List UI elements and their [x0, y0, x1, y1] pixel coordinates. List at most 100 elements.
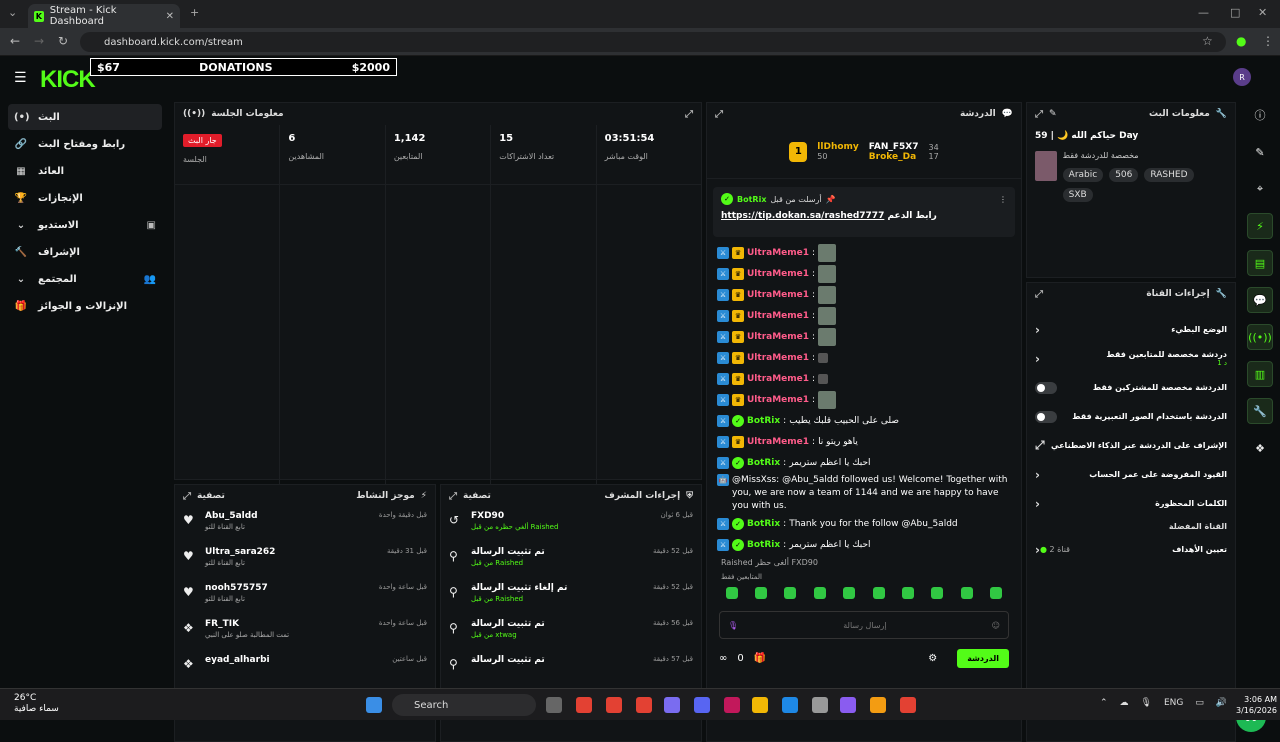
- channel-action-row[interactable]: › الوضع البطيء: [1027, 315, 1235, 344]
- minimize-icon[interactable]: —: [1198, 6, 1209, 19]
- top-user-name[interactable]: llDhomy: [817, 142, 858, 152]
- chrome-icon[interactable]: [576, 697, 592, 713]
- feed-item[interactable]: ♥ Ultra_sara262 تابع القناة للتو قبل 31 دقي…: [175, 543, 435, 579]
- store-icon[interactable]: [812, 697, 828, 713]
- chat-username[interactable]: UltraMeme1: [747, 289, 809, 302]
- tab-close-icon[interactable]: ✕: [166, 11, 174, 22]
- mic-icon[interactable]: 🎙: [728, 621, 738, 630]
- toggle-switch[interactable]: [1035, 381, 1057, 394]
- sidebar-item[interactable]: ▦ العائد: [8, 158, 162, 184]
- focus-icon[interactable]: ⌖: [1247, 176, 1273, 202]
- chat-username[interactable]: BotRix: [747, 518, 780, 531]
- chrome-icon[interactable]: [606, 697, 622, 713]
- kick-logo[interactable]: KICK: [40, 66, 96, 94]
- chat-message[interactable]: ⚔ ♛ UltraMeme1:: [717, 306, 1011, 326]
- emote-icon[interactable]: [931, 587, 944, 599]
- more-icon[interactable]: ⋮: [999, 195, 1007, 204]
- expand-icon[interactable]: ⤢: [183, 491, 191, 502]
- forward-icon[interactable]: →: [34, 34, 44, 48]
- chat-message[interactable]: ⚔ ✓ BotRix: Thank you for the follow @Abu_5…: [717, 514, 1011, 534]
- app-icon[interactable]: [724, 697, 740, 713]
- feed-item[interactable]: ♥ Abu_5aldd تابع القناة للتو قبل دقيقة واحد…: [175, 507, 435, 543]
- channel-action-row[interactable]: › القيود المفروضة على عمر الحساب: [1027, 460, 1235, 489]
- weather-widget[interactable]: 26°C سماء صافية: [14, 693, 59, 715]
- chat-input[interactable]: 🎙 إرسال رسالة ☺: [719, 611, 1009, 639]
- chat-username[interactable]: UltraMeme1: [747, 310, 809, 323]
- external-link-icon[interactable]: ⤢: [1035, 438, 1045, 453]
- tab-list-icon[interactable]: ⌄: [8, 6, 17, 19]
- sidebar-item[interactable]: (•) البث: [8, 104, 162, 130]
- sidebar-item[interactable]: 🎁 الإنزالات و الجوائز: [8, 293, 162, 319]
- stream-tag[interactable]: Arabic: [1062, 168, 1104, 182]
- notes-widget-icon[interactable]: ▤: [1247, 250, 1273, 276]
- user-avatar[interactable]: R: [1233, 68, 1251, 86]
- bolt-widget-icon[interactable]: ⚡: [1247, 213, 1273, 239]
- language-indicator[interactable]: ENG: [1164, 698, 1183, 708]
- send-chat-button[interactable]: الدردشة: [957, 648, 1009, 668]
- tools-widget-icon[interactable]: 🔧: [1247, 398, 1273, 424]
- chat-message[interactable]: 🤖 @MissXss: @Abu_5aldd followed us! Welco…: [717, 474, 1011, 513]
- sidebar-item[interactable]: 🔨 الإشراف: [8, 239, 162, 265]
- expand-icon[interactable]: ⤢: [1035, 289, 1043, 300]
- hamburger-menu-icon[interactable]: ☰: [14, 70, 27, 86]
- toggle-switch[interactable]: [1035, 410, 1057, 423]
- top-user-name[interactable]: FAN_F5X7: [869, 142, 919, 152]
- task-view-icon[interactable]: [546, 697, 562, 713]
- chat-username[interactable]: BotRix: [747, 415, 780, 428]
- feed-item[interactable]: ❖ FR_TIK تمت المطالبة صلو على النبي قبل ساع…: [175, 615, 435, 651]
- clock[interactable]: 3:06 AM 3/16/2026: [1236, 694, 1277, 716]
- emote-icon[interactable]: [960, 587, 973, 599]
- mic-tray-icon[interactable]: 🎙: [1141, 698, 1152, 708]
- file-explorer-icon[interactable]: [752, 697, 768, 713]
- settings-gear-icon[interactable]: ⚙: [928, 653, 937, 664]
- emote-icon[interactable]: [990, 587, 1003, 599]
- chat-message[interactable]: ⚔ ♛ UltraMeme1:: [717, 327, 1011, 347]
- chat-username[interactable]: UltraMeme1: [747, 268, 809, 281]
- pinned-link[interactable]: https://tip.dokan.sa/rashed7777: [721, 211, 884, 221]
- infinity-icon[interactable]: ∞: [719, 653, 727, 664]
- sidebar-item[interactable]: 🏆 الإنجازات: [8, 185, 162, 211]
- app-icon[interactable]: [900, 697, 916, 713]
- channel-action-row[interactable]: › دردشة مخصصة للمتابعين فقط د 1: [1027, 344, 1235, 373]
- channel-action-row[interactable]: ⤢ الإشراف على الدردشة عبر الذكاء الاصطناع…: [1027, 431, 1235, 460]
- feed-item[interactable]: ↺ FXD90 ألغي حظره من قبل Raished قبل 6 ثوان: [441, 507, 701, 543]
- stream-tag[interactable]: 506: [1109, 168, 1139, 182]
- discord-icon[interactable]: [694, 697, 710, 713]
- sidebar-item[interactable]: 🔗 رابط ومفتاح البث: [8, 131, 162, 157]
- back-icon[interactable]: ←: [10, 34, 20, 48]
- feed-item[interactable]: ⚲ تم تثبيت الرسالة من قبل Raished قبل 52 دق…: [441, 543, 701, 579]
- network-icon[interactable]: ☁: [1120, 698, 1129, 708]
- apps-icon[interactable]: ❖: [1247, 435, 1273, 461]
- new-tab-icon[interactable]: +: [190, 6, 199, 19]
- bookmark-star-icon[interactable]: ☆: [1202, 34, 1213, 48]
- expand-icon[interactable]: ⤢: [1035, 109, 1043, 120]
- channel-action-row[interactable]: › الكلمات المحظورة: [1027, 489, 1235, 518]
- chat-username[interactable]: UltraMeme1: [747, 331, 809, 344]
- chat-message[interactable]: ⚔ ♛ UltraMeme1:: [717, 348, 1011, 368]
- chat-message[interactable]: ⚔ ♛ UltraMeme1:: [717, 264, 1011, 284]
- chat-username[interactable]: UltraMeme1: [747, 436, 809, 449]
- expand-icon[interactable]: ⤢: [449, 491, 457, 502]
- set-goals-row[interactable]: › ● قناة 2 تعيين الأهداف: [1027, 535, 1235, 564]
- chat-message[interactable]: ⚔ ♛ UltraMeme1: ياهو ريتو نا: [717, 432, 1011, 452]
- channel-action-row[interactable]: الدردشة باستخدام الصور التعبيرية فقط: [1027, 402, 1235, 431]
- feed-item[interactable]: ⚲ تم تثبيت الرسالة من قبل xtwag قبل 56 دقيق…: [441, 615, 701, 651]
- emote-icon[interactable]: [872, 587, 885, 599]
- chat-message[interactable]: ⚔ ♛ UltraMeme1:: [717, 243, 1011, 263]
- chat-username[interactable]: BotRix: [747, 539, 780, 552]
- chat-username[interactable]: UltraMeme1: [747, 373, 809, 386]
- edit-pencil-icon[interactable]: ✎: [1049, 109, 1057, 119]
- sidebar-item[interactable]: ⌄ الاستديو ▣: [8, 212, 162, 238]
- url-input[interactable]: dashboard.kick.com/stream: [80, 32, 1226, 52]
- pinned-message[interactable]: ✓ BotRix أرسلت من قبل 📌 ⋮ https://tip.dokan.…: [713, 187, 1015, 237]
- chat-message[interactable]: ⚔ ✓ BotRix: احبك يا اعظم ستريمر: [717, 453, 1011, 473]
- filter-button[interactable]: تصفية: [463, 491, 491, 501]
- chat-username[interactable]: BotRix: [747, 457, 780, 470]
- profile-icon[interactable]: ●: [1236, 34, 1246, 48]
- chrome-icon[interactable]: [636, 697, 652, 713]
- expand-icon[interactable]: ⤢: [685, 109, 693, 120]
- chat-message[interactable]: ⚔ ✓ BotRix: احبك يا اعظم ستريمر: [717, 535, 1011, 555]
- emote-icon[interactable]: [813, 587, 826, 599]
- top-user-name[interactable]: Broke_Da: [869, 152, 919, 162]
- chat-widget-icon[interactable]: 💬: [1247, 287, 1273, 313]
